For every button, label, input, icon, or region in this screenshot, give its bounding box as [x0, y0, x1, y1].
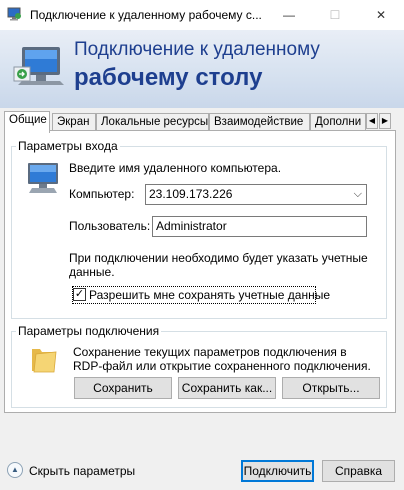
- credentials-note-line2: данные.: [69, 265, 115, 279]
- folder-icon: [32, 349, 57, 373]
- banner-title-line1: Подключение к удаленному: [74, 39, 320, 60]
- login-settings-group: Параметры входа Введите имя удаленного к…: [11, 139, 387, 319]
- connection-settings-group: Параметры подключения Сохранение текущих…: [11, 324, 387, 408]
- save-button[interactable]: Сохранить: [74, 377, 172, 399]
- user-value: Administrator: [156, 219, 227, 233]
- window-title: Подключение к удаленному рабочему с...: [30, 8, 262, 22]
- tab-strip: Общие Экран Локальные ресурсы Взаимодейс…: [4, 111, 400, 133]
- hide-options-link[interactable]: Скрыть параметры: [29, 464, 135, 478]
- title-bar: Подключение к удаленному рабочему с... —…: [0, 0, 404, 30]
- user-label: Пользователь:: [69, 219, 151, 233]
- save-credentials-checkbox-row[interactable]: ✓ Разрешить мне сохранять учетные данные: [72, 286, 330, 304]
- remote-desktop-app-icon: [7, 7, 21, 21]
- chevron-down-icon[interactable]: ⌵: [354, 185, 362, 204]
- minimize-button[interactable]: —: [266, 0, 312, 30]
- maximize-button[interactable]: ☐: [312, 0, 358, 30]
- save-credentials-checkbox[interactable]: ✓: [73, 288, 86, 301]
- save-as-button[interactable]: Сохранить как...: [178, 377, 276, 399]
- tab-scroll-right-button[interactable]: ▶: [379, 113, 391, 129]
- login-settings-title: Параметры входа: [16, 139, 120, 153]
- computer-value: 23.109.173.226: [149, 187, 233, 201]
- tab-general[interactable]: Общие: [4, 111, 50, 133]
- connection-desc-line1: Сохранение текущих параметров подключени…: [73, 345, 347, 359]
- header-banner: Подключение к удаленному рабочему столу: [0, 30, 404, 108]
- connect-button[interactable]: Подключить: [241, 460, 314, 482]
- tab-scroll-left-button[interactable]: ◀: [366, 113, 378, 129]
- footer-bar: ▲ Скрыть параметры Подключить Справка: [0, 413, 404, 490]
- remote-desktop-monitor-icon: [13, 47, 64, 85]
- computer-combobox[interactable]: 23.109.173.226 ⌵: [145, 184, 367, 205]
- computer-instruction-text: Введите имя удаленного компьютера.: [69, 161, 282, 175]
- open-button[interactable]: Открыть...: [282, 377, 380, 399]
- tab-panel-general: Параметры входа Введите имя удаленного к…: [4, 130, 396, 413]
- help-button[interactable]: Справка: [322, 460, 395, 482]
- computer-icon: [28, 163, 58, 193]
- credentials-note-line1: При подключении необходимо будет указать…: [69, 251, 368, 265]
- connection-settings-title: Параметры подключения: [16, 324, 162, 338]
- connection-desc-line2: RDP-файл или открытие сохраненного подкл…: [73, 359, 371, 373]
- user-input[interactable]: Administrator: [152, 216, 367, 237]
- close-button[interactable]: ✕: [358, 0, 404, 30]
- banner-title-line2: рабочему столу: [74, 64, 263, 91]
- chevron-up-icon[interactable]: ▲: [7, 462, 23, 478]
- save-credentials-label[interactable]: Разрешить мне сохранять учетные данные: [89, 288, 330, 302]
- computer-label: Компьютер:: [69, 187, 135, 201]
